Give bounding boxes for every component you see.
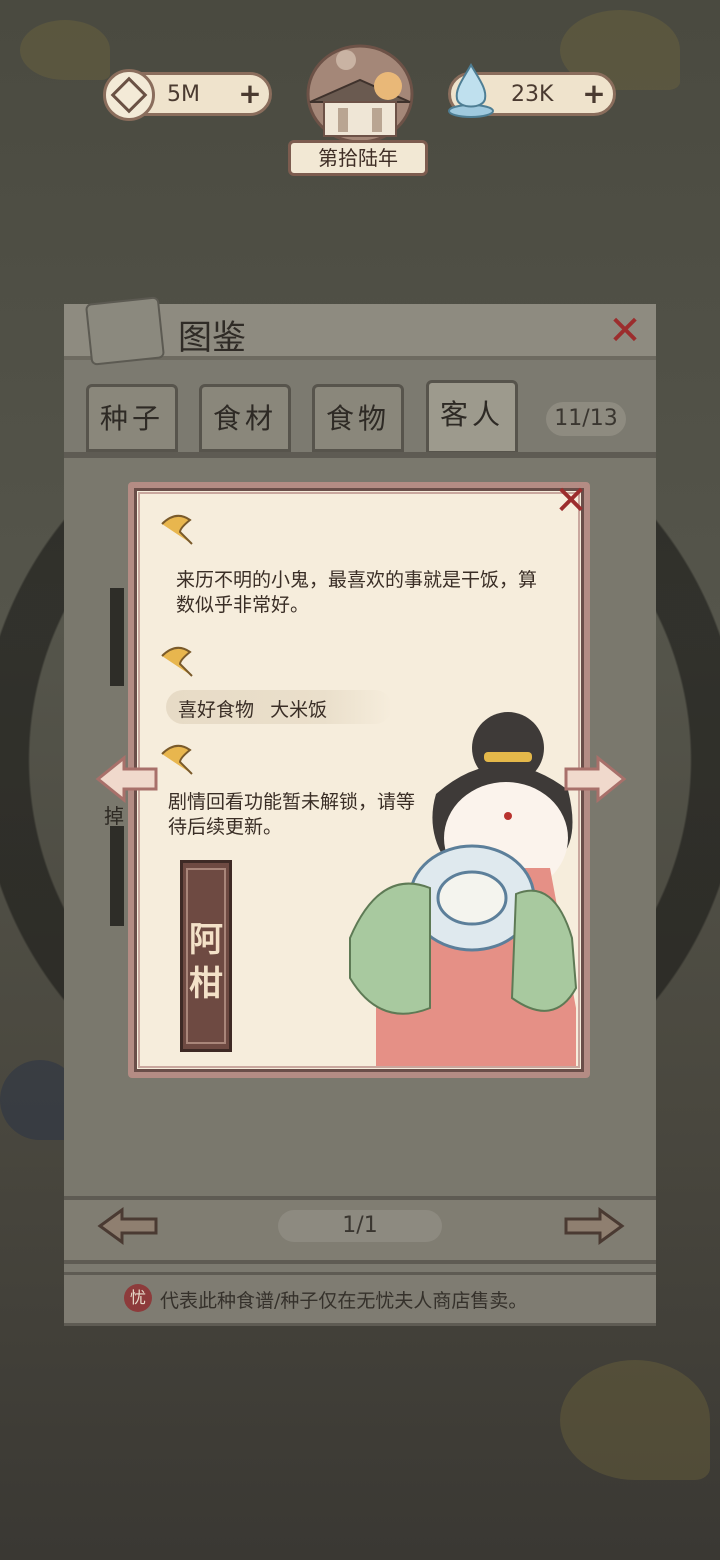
ginkgo-leaf-icon — [161, 514, 193, 545]
shop-badge-icon: 忧 — [124, 1284, 152, 1312]
plus-icon[interactable]: + — [237, 80, 263, 108]
tab-guests[interactable]: 客人 — [426, 380, 518, 454]
water-value: 23K — [511, 82, 554, 107]
arrow-right-icon[interactable] — [562, 1206, 626, 1246]
coin-value: 5M — [167, 82, 200, 107]
side-divider — [110, 588, 124, 686]
tab-dishes[interactable]: 食物 — [312, 384, 404, 452]
side-divider — [110, 826, 124, 926]
favorite-food-value: 大米饭 — [270, 699, 328, 721]
ginkgo-leaf-icon — [161, 744, 193, 775]
tab-ingredients[interactable]: 食材 — [199, 384, 291, 452]
diamond-coin-icon — [103, 69, 155, 121]
notice-text: 代表此种食谱/种子仅在无忧夫人商店售卖。 — [160, 1290, 528, 1312]
ginkgo-leaf-icon — [161, 646, 193, 677]
water-drop-icon — [448, 62, 494, 118]
close-icon[interactable]: ✕ — [552, 481, 590, 521]
favorite-food-label: 喜好食物 — [178, 699, 255, 721]
water-counter[interactable]: 23K + — [448, 62, 616, 118]
favorite-food: 喜好食物 大米饭 — [178, 695, 327, 722]
tab-seeds[interactable]: 种子 — [86, 384, 178, 452]
close-icon[interactable]: ✕ — [608, 311, 642, 351]
guest-description: 来历不明的小鬼，最喜欢的事就是干饭，算数似乎非常好。 — [176, 569, 538, 616]
arrow-left-icon[interactable] — [96, 1206, 160, 1246]
ginkgo-decoration — [560, 1360, 710, 1480]
panel-title: 图鉴 — [178, 318, 246, 358]
side-label: 掉 — [104, 804, 124, 828]
ginkgo-decoration — [20, 20, 110, 80]
year-badge: 第拾陆年 — [288, 140, 428, 176]
scroll-roll-decoration — [84, 296, 166, 366]
guest-name: 阿柑 — [189, 920, 223, 1004]
page-indicator: 1/1 — [278, 1210, 442, 1242]
coin-counter[interactable]: 5M + — [103, 69, 272, 121]
arrow-right-icon[interactable] — [562, 754, 628, 804]
guest-character-illustration — [349, 712, 578, 1066]
collection-counter: 11/13 — [546, 402, 626, 436]
arrow-left-icon[interactable] — [94, 754, 160, 804]
pavilion-emblem — [288, 42, 432, 146]
plus-icon[interactable]: + — [581, 80, 607, 108]
